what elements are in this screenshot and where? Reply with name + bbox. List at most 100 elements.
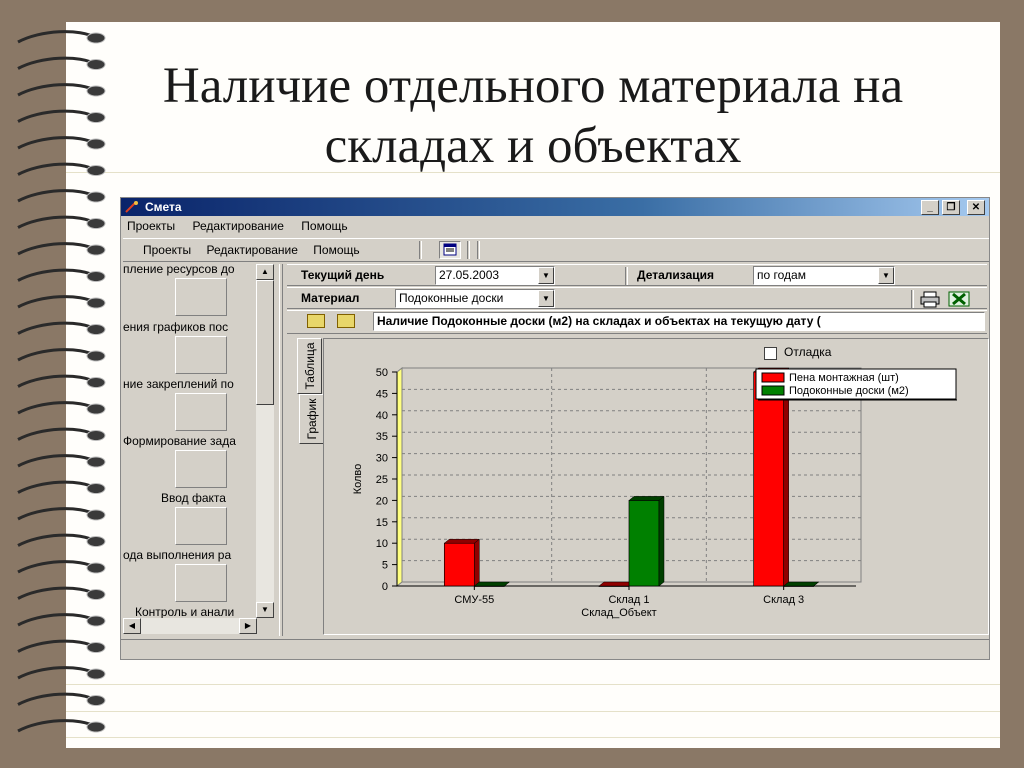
- x-axis-label: Склад_Объект: [581, 607, 656, 619]
- restore-button[interactable]: ❐: [942, 200, 960, 215]
- scroll-down-icon[interactable]: ▼: [256, 602, 274, 618]
- printer-icon[interactable]: [919, 290, 941, 308]
- task-button-5[interactable]: [175, 507, 227, 545]
- spiral-hole: [86, 589, 106, 600]
- legend-label: Пена монтажная (шт): [789, 372, 899, 384]
- slide-title: Наличие отдельного материала на складах …: [66, 56, 1000, 176]
- spiral-coil: [17, 321, 97, 335]
- view-toggle-button[interactable]: [439, 241, 461, 259]
- scroll-right-icon[interactable]: ▶: [239, 618, 257, 634]
- chart-side-wall: [396, 366, 403, 588]
- pane-splitter[interactable]: [279, 264, 283, 636]
- legend-swatch: [761, 372, 785, 383]
- tab-table[interactable]: Таблица: [297, 338, 322, 394]
- spiral-hole: [86, 244, 106, 256]
- bar-side: [658, 495, 665, 587]
- spiral-hole: [86, 615, 106, 627]
- slide-title-line1: Наличие отдельного материала на: [162, 58, 904, 114]
- y-axis-label: Колво: [352, 464, 364, 495]
- y-tick-label: 25: [376, 474, 388, 486]
- task-pane-vscroll[interactable]: ▲ ▼: [256, 264, 274, 618]
- y-tick-label: 0: [382, 581, 388, 593]
- bar-top: [782, 581, 820, 587]
- spiral-hole: [86, 562, 106, 574]
- task-button-1[interactable]: [175, 278, 227, 316]
- slide-title-line2: складах и объектах: [324, 118, 742, 174]
- day-combo[interactable]: 27.05.2003 ▼: [435, 266, 555, 285]
- date-row: Текущий день 27.05.2003 ▼ Детализация по…: [287, 264, 987, 286]
- folder-back-icon[interactable]: [337, 314, 355, 328]
- excel-export-icon[interactable]: [947, 290, 971, 308]
- y-tick-label: 35: [376, 431, 388, 443]
- task-button-2[interactable]: [175, 336, 227, 374]
- spiral-hole: [86, 403, 106, 415]
- task-pane-hscroll[interactable]: ◀ ▶: [123, 618, 257, 634]
- material-combo[interactable]: Подоконные доски ▼: [395, 289, 555, 308]
- legend-swatch: [761, 385, 785, 396]
- spiral-coil: [17, 401, 97, 415]
- spiral-hole: [86, 218, 106, 229]
- task-button-3[interactable]: [175, 393, 227, 431]
- scroll-thumb[interactable]: [256, 280, 274, 405]
- spiral-coil: [17, 719, 97, 733]
- spiral-hole: [86, 350, 106, 362]
- spiral-coil: [17, 666, 97, 680]
- detail-combo[interactable]: по годам ▼: [753, 266, 895, 285]
- spiral-hole: [86, 668, 106, 680]
- bar-top: [473, 581, 511, 587]
- menu-help[interactable]: Помощь: [301, 219, 347, 233]
- chevron-down-icon[interactable]: ▼: [538, 290, 554, 307]
- toolbar-help[interactable]: Помощь: [313, 243, 359, 257]
- task-label-3[interactable]: ние закреплений по: [123, 377, 257, 391]
- toolbar-edit[interactable]: Редактирование: [207, 243, 298, 257]
- chevron-down-icon[interactable]: ▼: [538, 267, 554, 284]
- window-view-icon: [443, 243, 457, 256]
- menu-edit[interactable]: Редактирование: [193, 219, 284, 233]
- spiral-hole: [86, 721, 106, 733]
- folder-up-icon[interactable]: [307, 314, 325, 328]
- task-label-4[interactable]: Формирование зада: [123, 434, 257, 448]
- task-button-6[interactable]: [175, 564, 227, 602]
- menu-bar: Проекты Редактирование Помощь: [121, 217, 989, 236]
- y-tick-label: 20: [376, 495, 388, 507]
- scroll-left-icon[interactable]: ◀: [123, 618, 141, 634]
- task-button-4[interactable]: [175, 450, 227, 488]
- task-label-1[interactable]: пление ресурсов до: [123, 264, 257, 276]
- spiral-coil: [17, 533, 97, 547]
- spiral-hole: [86, 324, 106, 335]
- bar-top: [443, 538, 481, 544]
- spiral-hole: [86, 191, 106, 203]
- spiral-hole: [86, 642, 106, 653]
- menu-projects[interactable]: Проекты: [127, 219, 175, 233]
- task-label-7[interactable]: Контроль и анали: [135, 605, 269, 619]
- y-tick-label: 40: [376, 410, 388, 422]
- info-text: Наличие Подоконные доски (м2) на складах…: [373, 312, 985, 331]
- y-tick-label: 5: [382, 560, 388, 572]
- spiral-hole: [86, 456, 106, 468]
- title-bar[interactable]: Смета _ ❐ ✕: [121, 198, 989, 216]
- tab-chart-label: График: [305, 398, 319, 440]
- y-tick-label: 30: [376, 453, 388, 465]
- minimize-button[interactable]: _: [921, 200, 939, 215]
- spiral-coil: [17, 215, 97, 229]
- close-button[interactable]: ✕: [967, 200, 985, 215]
- spiral-hole: [86, 297, 106, 309]
- detail-value: по годам: [757, 268, 806, 282]
- toolbar-projects[interactable]: Проекты: [143, 243, 191, 257]
- spiral-hole: [86, 536, 106, 547]
- task-label-2[interactable]: ения графиков пос: [123, 320, 257, 334]
- y-tick-label: 45: [376, 388, 388, 400]
- bar-side: [783, 367, 789, 587]
- detail-label: Детализация: [637, 268, 714, 282]
- scroll-up-icon[interactable]: ▲: [256, 264, 274, 280]
- task-pane: пление ресурсов до ения графиков пос ние…: [123, 264, 278, 634]
- material-row: Материал Подоконные доски ▼: [287, 287, 987, 309]
- task-label-6[interactable]: ода выполнения ра: [123, 548, 257, 562]
- spiral-hole: [86, 32, 106, 44]
- app-window: Смета _ ❐ ✕ Проекты Редактирование Помощ…: [120, 197, 990, 660]
- spiral-coil: [17, 692, 97, 706]
- chevron-down-icon[interactable]: ▼: [878, 267, 894, 284]
- bar-foam: [443, 542, 475, 587]
- x-tick-label: Склад 3: [763, 594, 804, 606]
- spiral-hole: [86, 509, 106, 521]
